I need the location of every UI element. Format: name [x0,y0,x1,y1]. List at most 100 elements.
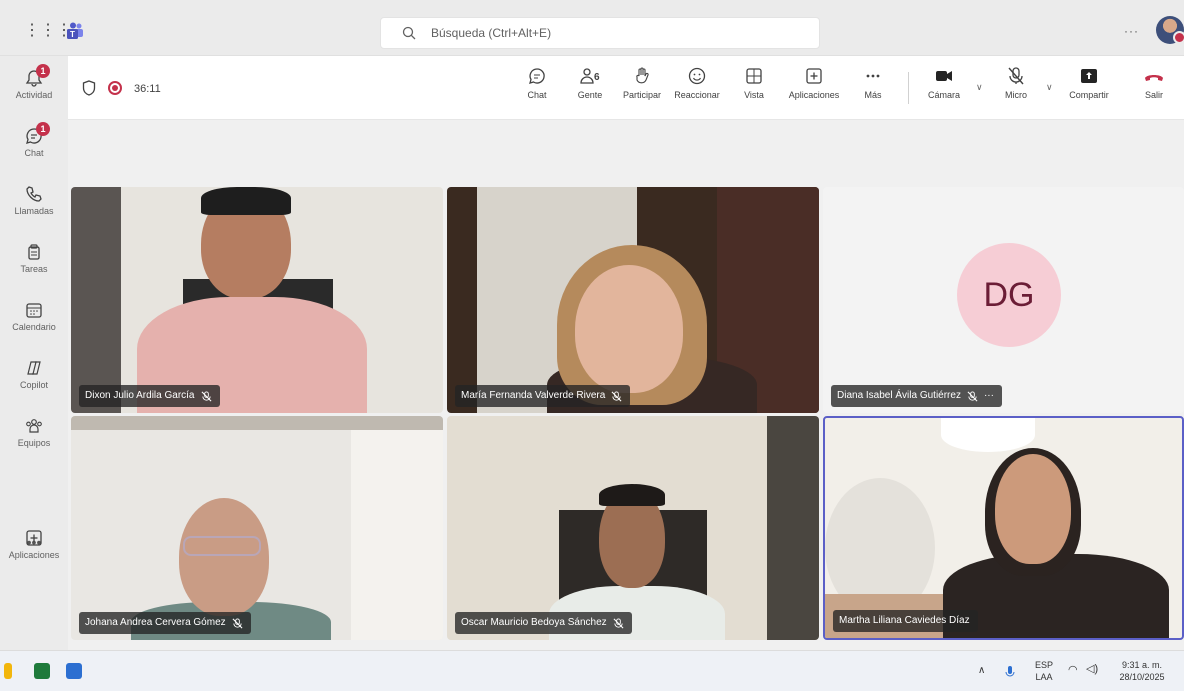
grid-view-icon [746,68,762,84]
camera-options-chevron-icon[interactable]: ∨ [976,82,983,93]
mic-label: Micro [1005,90,1027,100]
rail-item-actividad[interactable]: 1 Actividad [0,62,68,118]
rail-label-tareas: Tareas [20,264,48,274]
clock[interactable]: 9:31 a. m. 28/10/2025 [1112,659,1172,683]
rail-item-equipos[interactable]: Equipos [0,410,68,466]
rail-item-chat[interactable]: 1 Chat [0,120,68,176]
view-button[interactable]: Vista [738,66,770,100]
people-count: 6 [594,72,600,83]
participant-hair [599,484,665,506]
rail-item-tareas[interactable]: Tareas [0,236,68,292]
rail-item-llamadas[interactable]: Llamadas [0,178,68,234]
add-apps-icon [806,68,822,84]
teams-icon [26,419,42,433]
recording-icon [108,81,122,95]
outlook-icon[interactable] [66,663,82,679]
search-box[interactable]: Búsqueda (Ctrl+Alt+E) [380,17,820,49]
participant-name: Dixon Julio Ardila García [85,390,195,401]
people-button-label: Gente [577,90,603,100]
shield-icon[interactable] [82,80,96,96]
participant-name-tag: María Fernanda Valverde Rivera [455,385,631,407]
rail-label-copilot: Copilot [19,380,48,390]
emoji-icon [688,67,706,85]
mic-off-icon [201,390,211,401]
react-button[interactable]: Reaccionar [670,66,724,100]
apps-label: Aplicaciones [788,90,840,100]
rail-label-llamadas: Llamadas [14,206,54,216]
window-frame [71,187,121,413]
phone-icon [26,186,42,202]
participant-tile[interactable]: DG Diana Isabel Ávila Gutiérrez ··· [823,187,1184,413]
more-label: Más [864,90,882,100]
react-label: Reaccionar [674,90,720,100]
chat-button[interactable]: Chat [520,66,554,100]
mic-button[interactable]: Micro [998,66,1034,100]
rail-label-aplicaciones: Aplicaciones [8,550,60,560]
participant-name-tag: Dixon Julio Ardila García [79,385,220,407]
raise-hand-button[interactable]: Participar [620,66,664,100]
taskbar-app-icon[interactable] [4,663,12,679]
participant-tile[interactable]: María Fernanda Valverde Rivera [447,187,819,413]
view-label: Vista [744,90,764,100]
rail-label-actividad: Actividad [15,90,53,100]
more-icon [866,74,880,78]
copilot-icon [27,361,41,375]
mic-off-icon [613,617,624,628]
mic-options-chevron-icon[interactable]: ∨ [1046,82,1053,93]
app-rail: 1 Actividad 1 Chat Llamadas Tareas Calen… [0,56,68,650]
rail-label-calendario: Calendario [12,322,56,332]
title-bar: ⋮⋮⋮ T Búsqueda (Ctrl+Alt+E) ··· [0,0,1184,56]
rail-item-aplicaciones[interactable]: Aplicaciones [0,522,68,578]
language-bottom: LAA [1035,672,1053,682]
wifi-icon[interactable]: ◠ [1068,664,1078,676]
mic-off-icon [232,617,243,628]
leave-button[interactable]: Salir [1140,66,1168,100]
microphone-tray-icon[interactable] [1004,665,1016,679]
participant-name: Oscar Mauricio Bedoya Sánchez [461,617,607,628]
hang-up-icon [1145,75,1163,81]
meeting-timer: 36:11 [134,83,161,95]
language-indicator[interactable]: ESP LAA [1032,659,1056,683]
participant-tile[interactable]: Johana Andrea Cervera Gómez [71,416,443,640]
chat-button-label: Chat [527,90,547,100]
background-door [351,430,443,640]
activity-badge: 1 [36,64,50,78]
participant-tile[interactable]: Oscar Mauricio Bedoya Sánchez [447,416,819,640]
rail-item-calendario[interactable]: Calendario [0,294,68,350]
search-placeholder: Búsqueda (Ctrl+Alt+E) [431,26,552,40]
search-icon [402,26,416,40]
excel-icon[interactable] [34,663,50,679]
participant-tile-active-speaker[interactable]: Martha Liliana Caviedes Díaz [823,416,1184,640]
share-button[interactable]: Compartir [1064,66,1114,100]
more-options-icon[interactable]: ··· [1124,24,1139,38]
more-button[interactable]: Más [858,66,888,100]
ceiling-lamp [941,418,1035,452]
participant-name: Martha Liliana Caviedes Díaz [839,615,970,626]
tray-chevron-up-icon[interactable]: ∧ [978,665,985,677]
share-icon [1081,69,1097,83]
camera-label: Cámara [927,90,960,100]
apps-button[interactable]: Aplicaciones [782,66,846,100]
participant-name-tag: Martha Liliana Caviedes Díaz [833,610,978,632]
participant-name-tag: Johana Andrea Cervera Gómez [79,612,251,634]
chat-icon [529,68,545,84]
user-avatar[interactable] [1156,16,1184,44]
rail-label-equipos: Equipos [17,438,51,448]
mic-off-icon [967,390,978,401]
camera-button[interactable]: Cámara [924,66,964,100]
tasks-icon [28,244,40,260]
volume-icon[interactable]: ◁) [1086,663,1098,675]
windows-taskbar: ∧ ESP LAA ◠ ◁) 9:31 a. m. 28/10/2025 [0,650,1184,691]
calendar-icon [26,303,42,318]
participant-hair [201,187,291,215]
participant-tile[interactable]: Dixon Julio Ardila García [71,187,443,413]
rail-item-copilot[interactable]: Copilot [0,352,68,408]
chat-badge: 1 [36,122,50,136]
participant-more-icon[interactable]: ··· [984,385,994,407]
participant-face [995,454,1071,564]
window-frame [767,416,819,640]
clock-time: 9:31 a. m. [1121,660,1163,670]
people-button[interactable]: 6 Gente [570,66,610,100]
mic-off-icon [611,390,622,401]
app-launcher-icon[interactable]: ⋮⋮⋮ [24,20,72,40]
